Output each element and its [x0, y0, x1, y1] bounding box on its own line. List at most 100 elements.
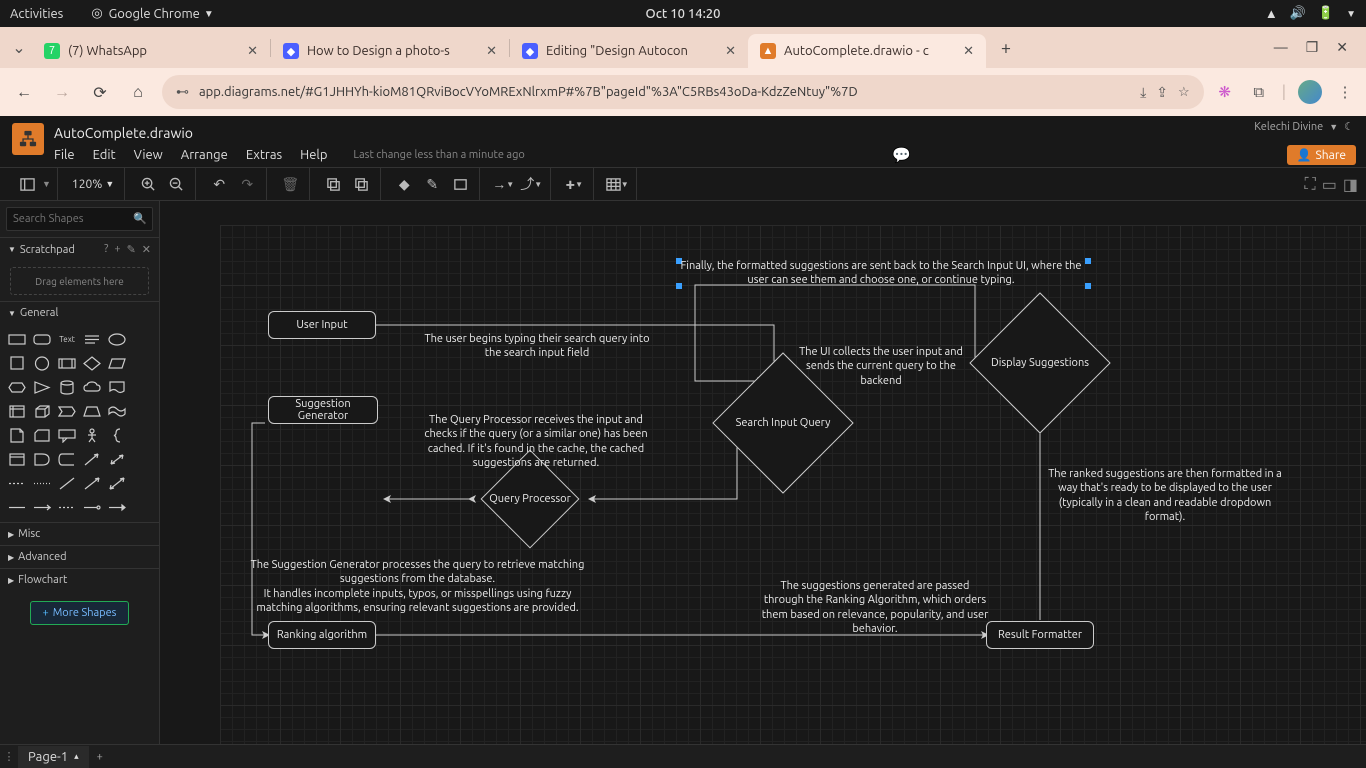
edit-icon[interactable]: ✎: [127, 243, 136, 256]
shape-blank[interactable]: [132, 330, 151, 348]
user-name[interactable]: Kelechi Divine: [1254, 121, 1323, 133]
clock[interactable]: Oct 10 14:20: [646, 7, 721, 21]
tab-drawio[interactable]: ▲ AutoComplete.drawio - c ✕: [748, 34, 986, 68]
shape-biarrow[interactable]: [107, 450, 126, 468]
shape-circle[interactable]: [33, 354, 52, 372]
shape-blank[interactable]: [132, 498, 151, 516]
format-panel-icon[interactable]: ▭: [1322, 175, 1337, 194]
shape-document[interactable]: [107, 378, 126, 396]
menu-extras[interactable]: Extras: [246, 148, 282, 162]
shape-triangle[interactable]: [33, 378, 52, 396]
theme-toggle-icon[interactable]: ☾: [1344, 120, 1354, 133]
shape-internal-storage[interactable]: [8, 402, 27, 420]
shape-line3[interactable]: [107, 474, 126, 492]
drawio-logo[interactable]: [12, 123, 44, 155]
fullscreen-icon[interactable]: ⛶: [1305, 175, 1316, 194]
shape-and[interactable]: [33, 450, 52, 468]
shape-actor[interactable]: [83, 426, 102, 444]
menu-edit[interactable]: Edit: [93, 148, 116, 162]
help-icon[interactable]: ?: [104, 243, 108, 256]
tab-whatsapp[interactable]: 7 (7) WhatsApp ✕: [32, 34, 270, 68]
shape-cylinder[interactable]: [58, 378, 77, 396]
shape-rect[interactable]: [8, 330, 27, 348]
bookmark-icon[interactable]: ☆: [1178, 85, 1190, 100]
shape-curly[interactable]: [107, 426, 126, 444]
shape-hexagon[interactable]: [8, 378, 27, 396]
close-icon[interactable]: ✕: [963, 44, 974, 59]
add-icon[interactable]: +▼: [561, 171, 587, 197]
shape-blank[interactable]: [132, 474, 151, 492]
shape-card[interactable]: [33, 426, 52, 444]
menu-file[interactable]: File: [54, 148, 75, 162]
shape-process[interactable]: [58, 354, 77, 372]
waypoint-icon[interactable]: ⤴▼: [518, 171, 544, 197]
shape-note[interactable]: [8, 426, 27, 444]
node-suggestion-generator[interactable]: Suggestion Generator: [268, 396, 378, 424]
menu-help[interactable]: Help: [300, 148, 327, 162]
shape-textbox[interactable]: [83, 330, 102, 348]
section-advanced[interactable]: ▶Advanced: [0, 545, 159, 568]
minimize-button[interactable]: —: [1274, 39, 1288, 56]
node-user-input[interactable]: User Input: [268, 311, 376, 339]
page-menu-icon[interactable]: ⋮: [0, 750, 18, 763]
home-button[interactable]: ⌂: [124, 78, 152, 106]
shape-line[interactable]: [58, 474, 77, 492]
canvas[interactable]: User Input Suggestion Generator Ranking …: [160, 201, 1366, 744]
menu-view[interactable]: View: [134, 148, 163, 162]
node-ranking-algorithm[interactable]: Ranking algorithm: [268, 621, 376, 649]
zoom-in-icon[interactable]: [135, 171, 161, 197]
shape-diamond[interactable]: [83, 354, 102, 372]
node-display-suggestions[interactable]: Display Suggestions: [990, 313, 1090, 413]
shape-step[interactable]: [58, 402, 77, 420]
close-window-button[interactable]: ✕: [1336, 39, 1348, 56]
shadow-icon[interactable]: [447, 171, 473, 197]
shape-blank[interactable]: [132, 426, 151, 444]
extensions-icon[interactable]: ⧉: [1248, 81, 1270, 103]
restore-button[interactable]: ❐: [1306, 39, 1319, 56]
search-shapes-input[interactable]: [6, 207, 153, 231]
node-search-input-query[interactable]: Search Input Query: [733, 373, 833, 473]
add-icon[interactable]: +: [114, 243, 120, 256]
shape-tape[interactable]: [107, 402, 126, 420]
redo-icon[interactable]: ↷: [234, 171, 260, 197]
zoom-out-icon[interactable]: [163, 171, 189, 197]
to-back-icon[interactable]: [348, 171, 374, 197]
close-icon[interactable]: ✕: [247, 44, 258, 59]
shape-blank[interactable]: [132, 354, 151, 372]
chrome-menu-icon[interactable]: ⋮: [1334, 81, 1356, 103]
search-icon[interactable]: 🔍: [133, 212, 147, 225]
zoom-level[interactable]: 120%▼: [68, 178, 118, 191]
menu-arrange[interactable]: Arrange: [181, 148, 228, 162]
page-tab-1[interactable]: Page-1 ▴: [18, 746, 89, 768]
comments-icon[interactable]: 💬: [892, 146, 911, 164]
new-tab-button[interactable]: +: [992, 34, 1020, 62]
shape-cube[interactable]: [33, 402, 52, 420]
shape-conn2[interactable]: [33, 498, 52, 516]
scratchpad-dropzone[interactable]: Drag elements here: [10, 267, 149, 295]
extension-1-icon[interactable]: ❋: [1214, 81, 1236, 103]
share-icon[interactable]: ⇪: [1156, 84, 1168, 101]
tab-hashnode-2[interactable]: ◆ Editing "Design Autocon ✕: [510, 34, 748, 68]
section-scratchpad[interactable]: ▼ Scratchpad ? + ✎ ✕: [0, 237, 159, 261]
shape-rounded[interactable]: [33, 330, 52, 348]
shape-line2[interactable]: [83, 474, 102, 492]
shape-conn3[interactable]: [58, 498, 77, 516]
close-icon[interactable]: ✕: [142, 243, 151, 256]
tab-search-button[interactable]: ⌄: [6, 35, 32, 61]
node-result-formatter[interactable]: Result Formatter: [986, 621, 1094, 649]
fill-color-icon[interactable]: ◆: [391, 171, 417, 197]
shape-dashed[interactable]: [8, 474, 27, 492]
shape-or[interactable]: [8, 450, 27, 468]
add-page-button[interactable]: +: [89, 751, 111, 763]
activities-button[interactable]: Activities: [10, 7, 63, 21]
annotation-final[interactable]: Finally, the formatted suggestions are s…: [680, 259, 1082, 288]
chevron-down-icon[interactable]: ▼: [1329, 122, 1338, 132]
sidebar-toggle-icon[interactable]: [14, 171, 40, 197]
shape-dotted[interactable]: [33, 474, 52, 492]
shape-blank[interactable]: [132, 450, 151, 468]
shape-callout[interactable]: [58, 426, 77, 444]
close-icon[interactable]: ✕: [725, 44, 736, 59]
more-shapes-button[interactable]: +More Shapes: [30, 601, 130, 625]
profile-avatar[interactable]: [1298, 80, 1322, 104]
volume-icon[interactable]: 🔊: [1290, 6, 1306, 21]
